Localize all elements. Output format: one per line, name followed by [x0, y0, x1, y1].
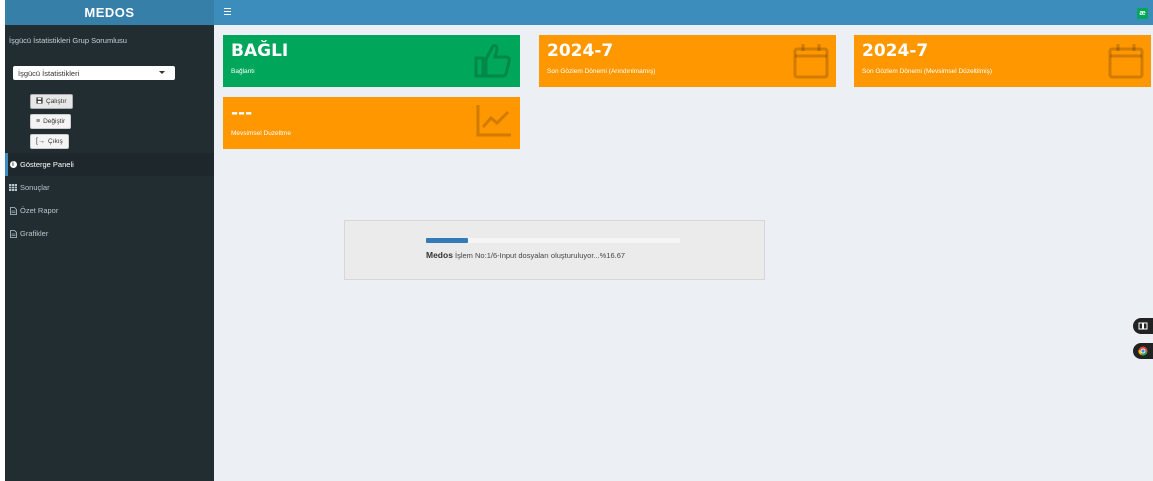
- connection-status-box: BAĞLI Bağlantı: [223, 35, 520, 87]
- browser-icon: [1138, 346, 1148, 356]
- calendar-icon: [1108, 44, 1144, 79]
- last-period-adjusted-box: 2024-7 Son Gözlem Dönemi (Mevsimsel Düze…: [854, 35, 1151, 87]
- exit-button[interactable]: [→ Çıkış: [30, 134, 69, 149]
- save-icon: [36, 97, 43, 106]
- app-badge-icon[interactable]: æ: [1137, 8, 1148, 19]
- chrome-icon-button[interactable]: [1133, 343, 1153, 359]
- sidebar: MEDOS İşgücü İstatistikleri Grup Sorumlu…: [5, 0, 214, 481]
- exit-button-label: Çıkış: [47, 138, 63, 145]
- app-logo[interactable]: MEDOS: [5, 0, 214, 25]
- progress-message: Medos İşlem No:1/6-Input dosyaları oluşt…: [426, 250, 625, 260]
- list-icon: ≡: [36, 118, 41, 125]
- dataset-select[interactable]: İşgücü İstatistikleri: [13, 66, 175, 80]
- sidebar-item-results[interactable]: Sonuçlar: [5, 176, 214, 199]
- thumbs-up-icon: [474, 44, 511, 78]
- progress-bar-fill: [426, 238, 469, 243]
- book-icon-button[interactable]: [1133, 318, 1153, 334]
- progress-bar: [426, 238, 680, 243]
- sidebar-item-dashboard[interactable]: i Gösterge Paneli: [5, 153, 214, 176]
- dataset-select-value: İşgücü İstatistikleri: [18, 68, 80, 78]
- line-chart-icon: [476, 105, 511, 137]
- sidebar-item-summary-report[interactable]: Özet Rapor: [5, 199, 214, 222]
- progress-notification: Medos İşlem No:1/6-Input dosyaları oluşt…: [344, 220, 765, 280]
- sidebar-item-charts[interactable]: Grafikler: [5, 222, 214, 245]
- sidebar-item-label: Grafikler: [20, 229, 49, 238]
- run-button[interactable]: Çalıştır: [30, 94, 73, 109]
- calendar-icon: [793, 44, 829, 79]
- sidebar-nav: i Gösterge Paneli Sonuçlar Özet Rapor Gr…: [5, 153, 214, 245]
- menu-toggle-icon[interactable]: [224, 8, 231, 15]
- progress-app-name: Medos: [426, 250, 453, 260]
- sign-out-icon: [→: [36, 138, 45, 145]
- info-circle-icon: i: [9, 161, 17, 169]
- change-button[interactable]: ≡ Değiştir: [30, 114, 72, 129]
- main-content: BAĞLI Bağlantı 2024-7 Son Gözlem Dönemi …: [214, 25, 1153, 481]
- book-icon: [1138, 322, 1148, 330]
- table-icon: [9, 184, 17, 192]
- file-icon: [9, 206, 17, 215]
- sidebar-item-label: Gösterge Paneli: [20, 160, 74, 169]
- caret-down-icon: [159, 71, 165, 74]
- sidebar-item-label: Özet Rapor: [20, 206, 59, 215]
- user-group-label: İşgücü İstatistikleri Grup Sorumlusu: [9, 36, 127, 45]
- progress-message-text: İşlem No:1/6-Input dosyaları oluşturuluy…: [455, 251, 626, 260]
- top-navbar: æ: [214, 0, 1153, 25]
- seasonal-adjustment-box: --- Mevsimsel Duzeltme: [223, 97, 520, 149]
- last-period-raw-box: 2024-7 Son Gözlem Dönemi (Arındırılmamış…: [539, 35, 836, 87]
- run-button-label: Çalıştır: [46, 98, 67, 105]
- change-button-label: Değiştir: [43, 118, 66, 125]
- sidebar-item-label: Sonuçlar: [20, 183, 50, 192]
- file-icon: [9, 229, 17, 238]
